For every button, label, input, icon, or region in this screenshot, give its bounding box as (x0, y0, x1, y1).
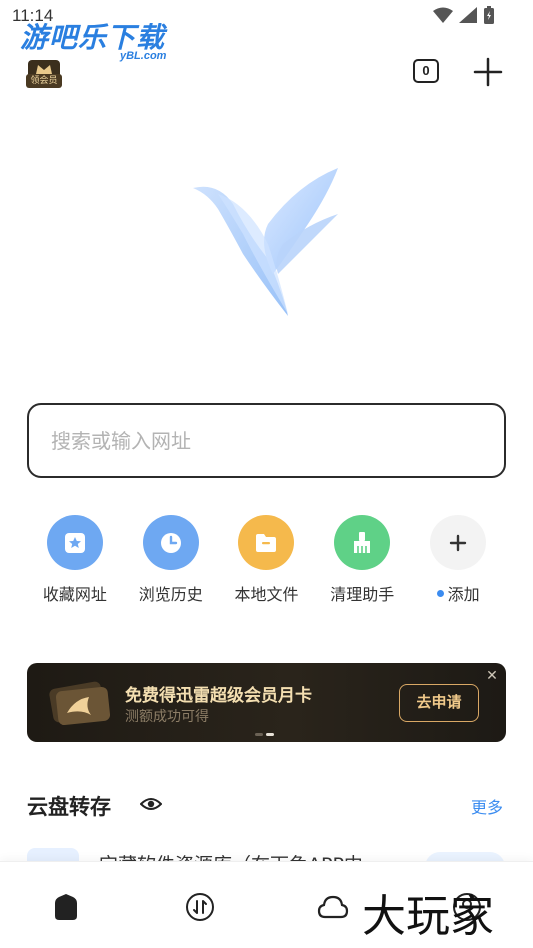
cloud-icon (317, 895, 349, 919)
banner-close-icon[interactable]: ✕ (484, 668, 500, 684)
watermark-subtitle: yBL.com (120, 50, 167, 62)
vip-promo-banner[interactable]: 免费得迅雷超级会员月卡 测额成功可得 去申请 ✕ (27, 663, 506, 742)
shortcut-label: 本地文件 (234, 585, 299, 604)
banner-apply-button[interactable]: 去申请 (399, 684, 479, 722)
more-link[interactable]: 更多 (471, 794, 503, 818)
new-tab-plus-icon[interactable] (472, 56, 504, 88)
wifi-icon (433, 7, 453, 23)
signal-icon (459, 7, 477, 23)
vip-badge[interactable]: 领会员 (26, 58, 62, 88)
shortcut-label: 添加 (436, 581, 480, 605)
broom-icon (334, 515, 391, 570)
section-title-cloud-transfer: 云盘转存 (27, 795, 111, 819)
shortcut-label: 清理助手 (330, 585, 395, 604)
search-input[interactable] (51, 425, 481, 457)
thunder-bird-logo-icon (193, 168, 338, 316)
home-icon (55, 894, 77, 920)
shortcut-label: 浏览历史 (138, 585, 203, 604)
vip-label: 领会员 (26, 74, 62, 88)
clock-icon (142, 515, 199, 570)
shortcut-label: 收藏网址 (42, 585, 107, 604)
bookmark-icon (46, 515, 103, 570)
corner-watermark: 大玩家 (362, 891, 494, 942)
eye-icon[interactable] (140, 795, 162, 813)
nav-cloud[interactable] (316, 890, 350, 924)
folder-icon (238, 515, 295, 570)
banner-subtitle: 测额成功可得 (125, 709, 209, 725)
battery-icon (484, 6, 494, 24)
shortcut-history[interactable]: 浏览历史 (123, 515, 219, 605)
banner-page-indicator (255, 733, 274, 736)
banner-title: 免费得迅雷超级会员月卡 (125, 686, 312, 706)
new-dot-indicator (436, 589, 444, 597)
nav-transfer[interactable] (183, 890, 217, 924)
shortcut-add-label: 添加 (447, 585, 480, 604)
transfer-icon (186, 893, 214, 921)
shortcut-grid: 收藏网址 浏览历史 本地文件 清理助手 添加 (27, 515, 506, 605)
tab-count-button[interactable]: 0 (413, 59, 439, 83)
shortcut-bookmarks[interactable]: 收藏网址 (27, 515, 123, 605)
nav-home[interactable] (49, 890, 83, 924)
search-box[interactable] (27, 403, 506, 478)
shortcut-cleaner[interactable]: 清理助手 (314, 515, 410, 605)
browser-home-page: 11:14 游吧乐下载 yBL.com 领会员 0 搜索或输入网址 收藏网址 浏… (0, 0, 533, 948)
plus-icon (430, 515, 487, 570)
shortcut-local-files[interactable]: 本地文件 (219, 515, 315, 605)
site-watermark: 游吧乐下载 yBL.com (20, 16, 166, 62)
status-icons (433, 6, 495, 24)
vip-card-icon (49, 681, 111, 726)
shortcut-add[interactable]: 添加 (410, 515, 506, 605)
